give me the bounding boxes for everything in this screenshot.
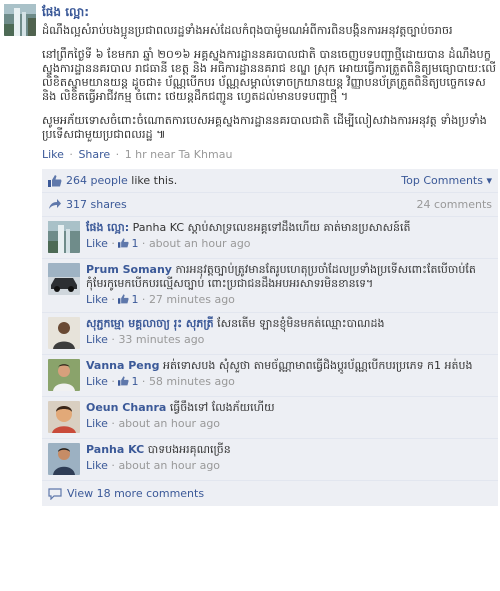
view-more-label[interactable]: View 18 more comments [67,487,204,500]
comment-meta: Like · about an hour ago [86,459,221,472]
comment-meta: Like · 1 · 58 minutes ago [86,375,235,388]
facebook-post-card: ផែង ល្អោ: ដំណឹងល្អសំរាប់បងប្អូនប្រជាពលរដ… [0,0,500,591]
waterfall-photo-icon [48,221,80,253]
comment-like-count[interactable]: 1 [118,293,138,306]
thumbs-up-icon [48,174,62,187]
comment-item: សុភ្ជកម្មោ មគ្គលាចា្យ រុះ សុភត្រី សែនតើម… [42,313,498,355]
comment-item: Oeun Chanra ធ្វើចឹងទៅ លែងភ័យហើយ Like · a… [42,397,498,439]
comment-timestamp[interactable]: about an hour ago [118,459,220,472]
comment-text: Panha KC ស្ដាប់សាទ្រលេខអគ្គទៅដឹងហើយ គាត់… [132,221,411,234]
likers-link[interactable]: 264 people [66,174,128,187]
person-photo-icon [48,359,80,391]
comment-timestamp[interactable]: 58 minutes ago [149,375,235,388]
comment-like-link[interactable]: Like [86,375,108,388]
comment-item: Prum Somany ការអនុវត្តច្បាប់ត្រូវមានតែរូ… [42,259,498,313]
commenter-name[interactable]: Vanna Peng [86,359,159,372]
comment-meta: Like · 1 · 27 minutes ago [86,293,235,306]
shares-link-wrap[interactable]: 317 shares [48,198,127,211]
comment-bubble-icon [48,487,62,500]
likes-suffix: like this. [127,174,178,187]
comment-text: ធ្វើចឹងទៅ លែងភ័យហើយ [169,401,275,414]
comment-like-link[interactable]: Like [86,237,108,250]
top-comments-dropdown[interactable]: Top Comments ▾ [401,174,492,187]
comment-item: ផែង ល្អោ: Panha KC ស្ដាប់សាទ្រលេខអគ្គទៅដ… [42,217,498,259]
comment-text: សែនតើម ឡានខ្ញុំមិនមកត់ឈ្មោះបាណដង [217,317,385,330]
comment-like-link[interactable]: Like [86,417,108,430]
like-count-text: 264 people like this. [66,174,177,187]
comment-like-link[interactable]: Like [86,333,108,346]
comment-count: 24 comments [416,198,493,211]
commenter-name[interactable]: សុភ្ជកម្មោ មគ្គលាចា្យ រុះ សុភត្រី [86,317,214,330]
commenter-name[interactable]: Panha KC [86,443,144,456]
post-actions: Like · Share · 1 hr near Ta Khmau [42,148,233,161]
post-paragraph-1: ដំណឹងល្អសំរាប់បងប្អូនប្រជាពលរដ្ឋទាំងអស់ដ… [42,24,453,37]
person-photo-icon [48,401,80,433]
post-like-link[interactable]: Like [42,148,64,161]
comment-like-link[interactable]: Like [86,293,108,306]
commenter-avatar[interactable] [48,317,80,349]
commenter-name[interactable]: Oeun Chanra [86,401,166,414]
thumbs-up-icon [118,238,130,248]
person-photo-icon [48,317,80,349]
comment-text: អត់ទោសបង សុំសួថា តាមច័ណ្ណាមាពធ្វើជិងប្តូ… [162,359,473,372]
commenter-avatar[interactable] [48,221,80,253]
shares-row: 317 shares 24 comments [42,193,498,217]
view-more-comments[interactable]: View 18 more comments [42,481,498,506]
comment-timestamp[interactable]: about an hour ago [149,237,251,250]
comment-timestamp[interactable]: 27 minutes ago [149,293,235,306]
comment-like-link[interactable]: Like [86,459,108,472]
post-paragraph-3: សូមអភ័យទោសចំពោះចំណោតការបេសអគ្គស្នងការដ្ឋ… [42,114,487,141]
thumbs-up-icon [118,294,130,304]
person-photo-icon [48,443,80,475]
thumbs-up-icon [118,376,130,386]
comment-meta: Like · 33 minutes ago [86,333,205,346]
commenter-avatar[interactable] [48,263,80,295]
comment-meta: Like · 1 · about an hour ago [86,237,251,250]
commenter-name[interactable]: ផែង ល្អោ: [86,221,129,234]
feedback-section: 264 people like this. Top Comments ▾ 317… [42,169,498,506]
comment-item: Vanna Peng អត់ទោសបង សុំសួថា តាមច័ណ្ណាមាព… [42,355,498,397]
comment-like-count[interactable]: 1 [118,237,138,250]
post-text: ដំណឹងល្អសំរាប់បងប្អូនប្រជាពលរដ្ឋទាំងអស់ដ… [42,24,496,142]
comment-like-count[interactable]: 1 [118,375,138,388]
comment-text: បាទបងអរគុណច្រើន [147,443,231,456]
post-share-link[interactable]: Share [78,148,110,161]
post-author-name[interactable]: ផែង ល្អោ: [42,4,89,22]
share-arrow-icon [49,199,61,209]
post-timestamp[interactable]: 1 hr near Ta Khmau [125,148,233,161]
post-header: ផែង ល្អោ: ដំណឹងល្អសំរាប់បងប្អូនប្រជាពលរដ… [4,4,496,161]
car-photo-icon [48,263,80,295]
comment-timestamp[interactable]: 33 minutes ago [118,333,204,346]
author-avatar[interactable] [4,4,36,36]
commenter-avatar[interactable] [48,401,80,433]
comment-timestamp[interactable]: about an hour ago [118,417,220,430]
likes-row: 264 people like this. Top Comments ▾ [42,169,498,193]
comment-item: Panha KC បាទបងអរគុណច្រើន Like · about an… [42,439,498,481]
shares-link[interactable]: 317 shares [66,198,127,211]
commenter-avatar[interactable] [48,359,80,391]
commenter-avatar[interactable] [48,443,80,475]
comment-meta: Like · about an hour ago [86,417,221,430]
post-paragraph-2: នៅព្រឹកថ្ងៃទី ៦ ខែមករា ឆ្នាំ ២០១៦ អគ្គស្… [42,48,497,103]
waterfall-photo-icon [4,4,36,36]
commenter-name[interactable]: Prum Somany [86,263,172,276]
